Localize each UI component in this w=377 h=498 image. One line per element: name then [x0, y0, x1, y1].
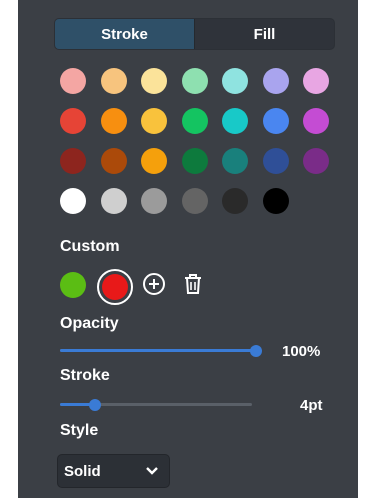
palette-swatch[interactable]: [181, 68, 208, 94]
opacity-slider-fill: [60, 349, 256, 352]
palette-swatch[interactable]: [303, 68, 329, 94]
palette-swatch[interactable]: [141, 108, 167, 134]
palette-swatch[interactable]: [222, 188, 248, 214]
palette-swatch[interactable]: [262, 108, 289, 134]
palette-swatch[interactable]: [141, 68, 167, 94]
palette-swatch[interactable]: [262, 188, 289, 214]
palette-swatch[interactable]: [60, 148, 86, 174]
palette-swatch[interactable]: [181, 108, 208, 134]
style-select-value: Solid: [64, 462, 101, 480]
trash-icon: [185, 274, 201, 294]
custom-label: Custom: [60, 238, 120, 255]
palette-swatch[interactable]: [100, 68, 127, 94]
selected-color-fill: [102, 274, 128, 300]
palette-swatch[interactable]: [181, 148, 208, 174]
palette-swatch[interactable]: [60, 188, 86, 214]
stroke-label: Stroke: [60, 367, 110, 384]
add-circle-icon: [143, 273, 165, 295]
palette-swatch[interactable]: [222, 68, 248, 94]
opacity-slider-thumb[interactable]: [250, 345, 262, 357]
palette-swatch[interactable]: [303, 108, 329, 134]
palette-swatch[interactable]: [222, 108, 248, 134]
palette-swatch[interactable]: [60, 108, 86, 134]
palette-swatch[interactable]: [141, 188, 167, 214]
chevron-down-icon: [146, 467, 158, 475]
custom-color-swatch-selected[interactable]: [97, 269, 133, 305]
palette-swatch[interactable]: [222, 148, 248, 174]
palette-swatch[interactable]: [303, 148, 329, 174]
palette-swatch[interactable]: [100, 108, 127, 134]
palette-swatch[interactable]: [181, 188, 208, 214]
stroke-slider-thumb[interactable]: [89, 399, 101, 411]
add-color-button[interactable]: [142, 272, 166, 301]
style-select[interactable]: Solid: [57, 454, 170, 488]
stroke-value: 4pt: [300, 397, 323, 414]
tab-fill[interactable]: Fill: [195, 19, 334, 49]
palette-swatch[interactable]: [262, 148, 289, 174]
color-style-panel: Stroke Fill Custom Opacity 100% Stroke 4…: [18, 0, 358, 498]
style-label: Style: [60, 422, 99, 439]
palette-swatch[interactable]: [262, 68, 289, 94]
palette-swatch[interactable]: [60, 68, 86, 94]
delete-color-button[interactable]: [182, 272, 204, 301]
custom-color-swatch[interactable]: [60, 272, 86, 298]
palette-swatch[interactable]: [100, 188, 127, 214]
palette-swatch[interactable]: [100, 148, 127, 174]
stroke-fill-tabs: Stroke Fill: [54, 18, 335, 50]
opacity-label: Opacity: [60, 315, 119, 332]
palette-swatch[interactable]: [141, 148, 167, 174]
tab-stroke[interactable]: Stroke: [55, 19, 195, 49]
opacity-value: 100%: [282, 343, 321, 360]
